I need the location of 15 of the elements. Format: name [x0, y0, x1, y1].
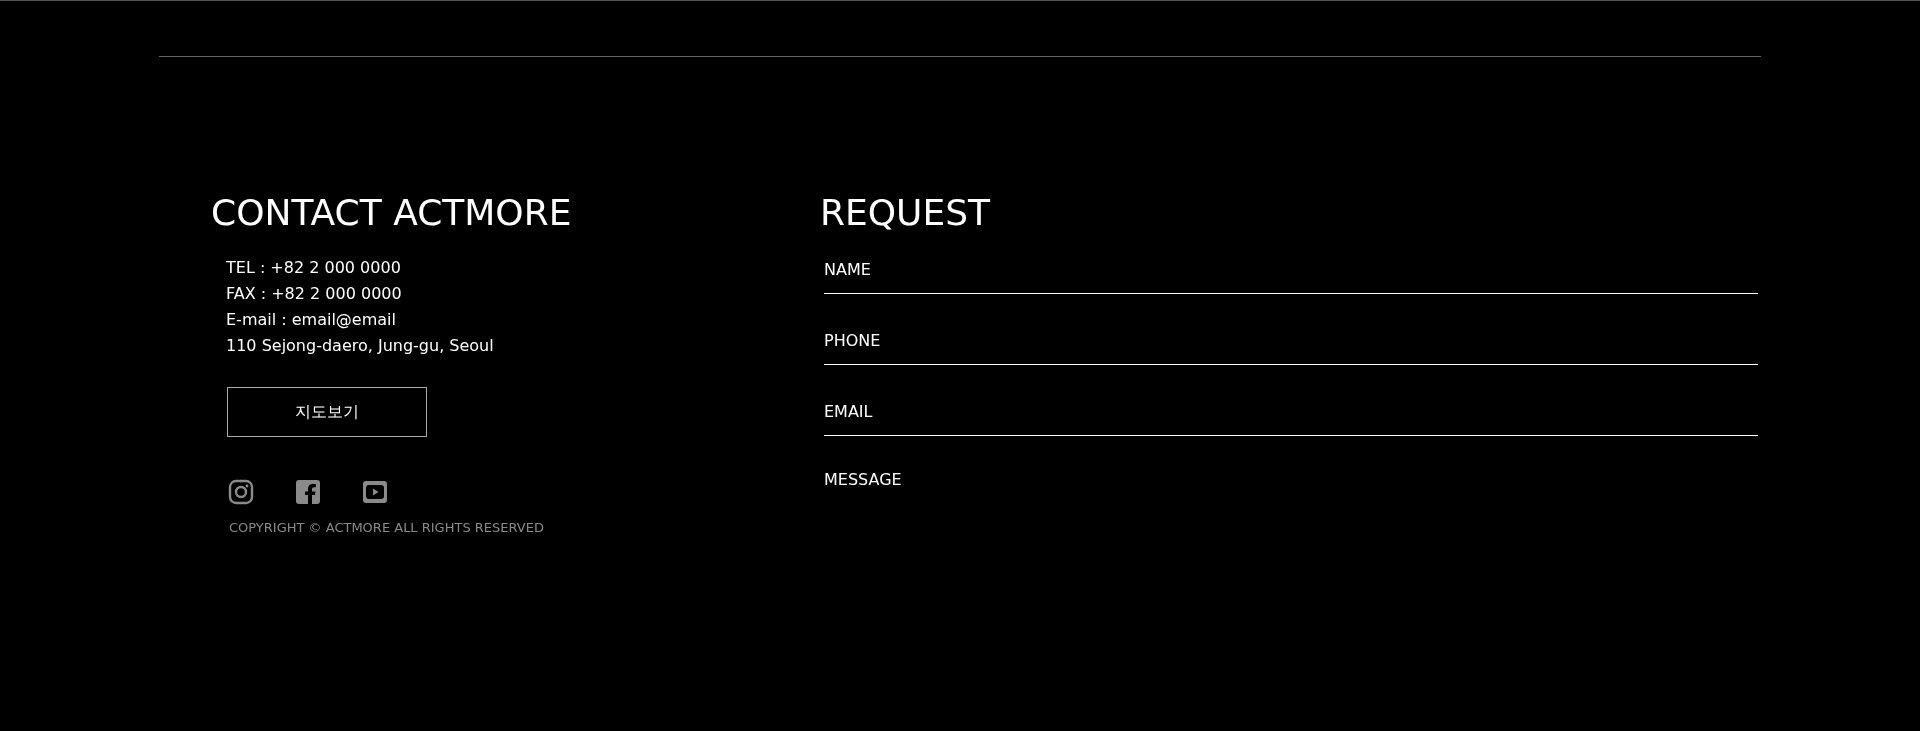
- contact-info-line: FAX : +82 2 000 0000: [226, 283, 403, 305]
- input-field[interactable]: PHONE: [824, 316, 1758, 365]
- request-title: REQUEST: [820, 191, 992, 235]
- message-field[interactable]: MESSAGE: [824, 458, 1758, 530]
- contact-title: CONTACT ACTMORE: [211, 191, 572, 235]
- contact-info-line: TEL : +82 2 000 0000: [226, 257, 402, 279]
- youtube-icon[interactable]: [362, 479, 388, 505]
- facebook-icon[interactable]: [295, 479, 321, 505]
- contact-info-line: 110 Sejong-daero, Jung-gu, Seoul: [226, 335, 494, 357]
- input-field[interactable]: EMAIL: [824, 387, 1758, 436]
- input-field[interactable]: NAME: [824, 245, 1758, 294]
- instagram-icon[interactable]: [228, 479, 254, 505]
- copyright-text: COPYRIGHT © ACTMORE ALL RIGHTS RESERVED: [229, 520, 544, 535]
- map-button[interactable]: 지도보기: [227, 387, 427, 437]
- contact-info-line: E-mail : email@email: [226, 309, 397, 331]
